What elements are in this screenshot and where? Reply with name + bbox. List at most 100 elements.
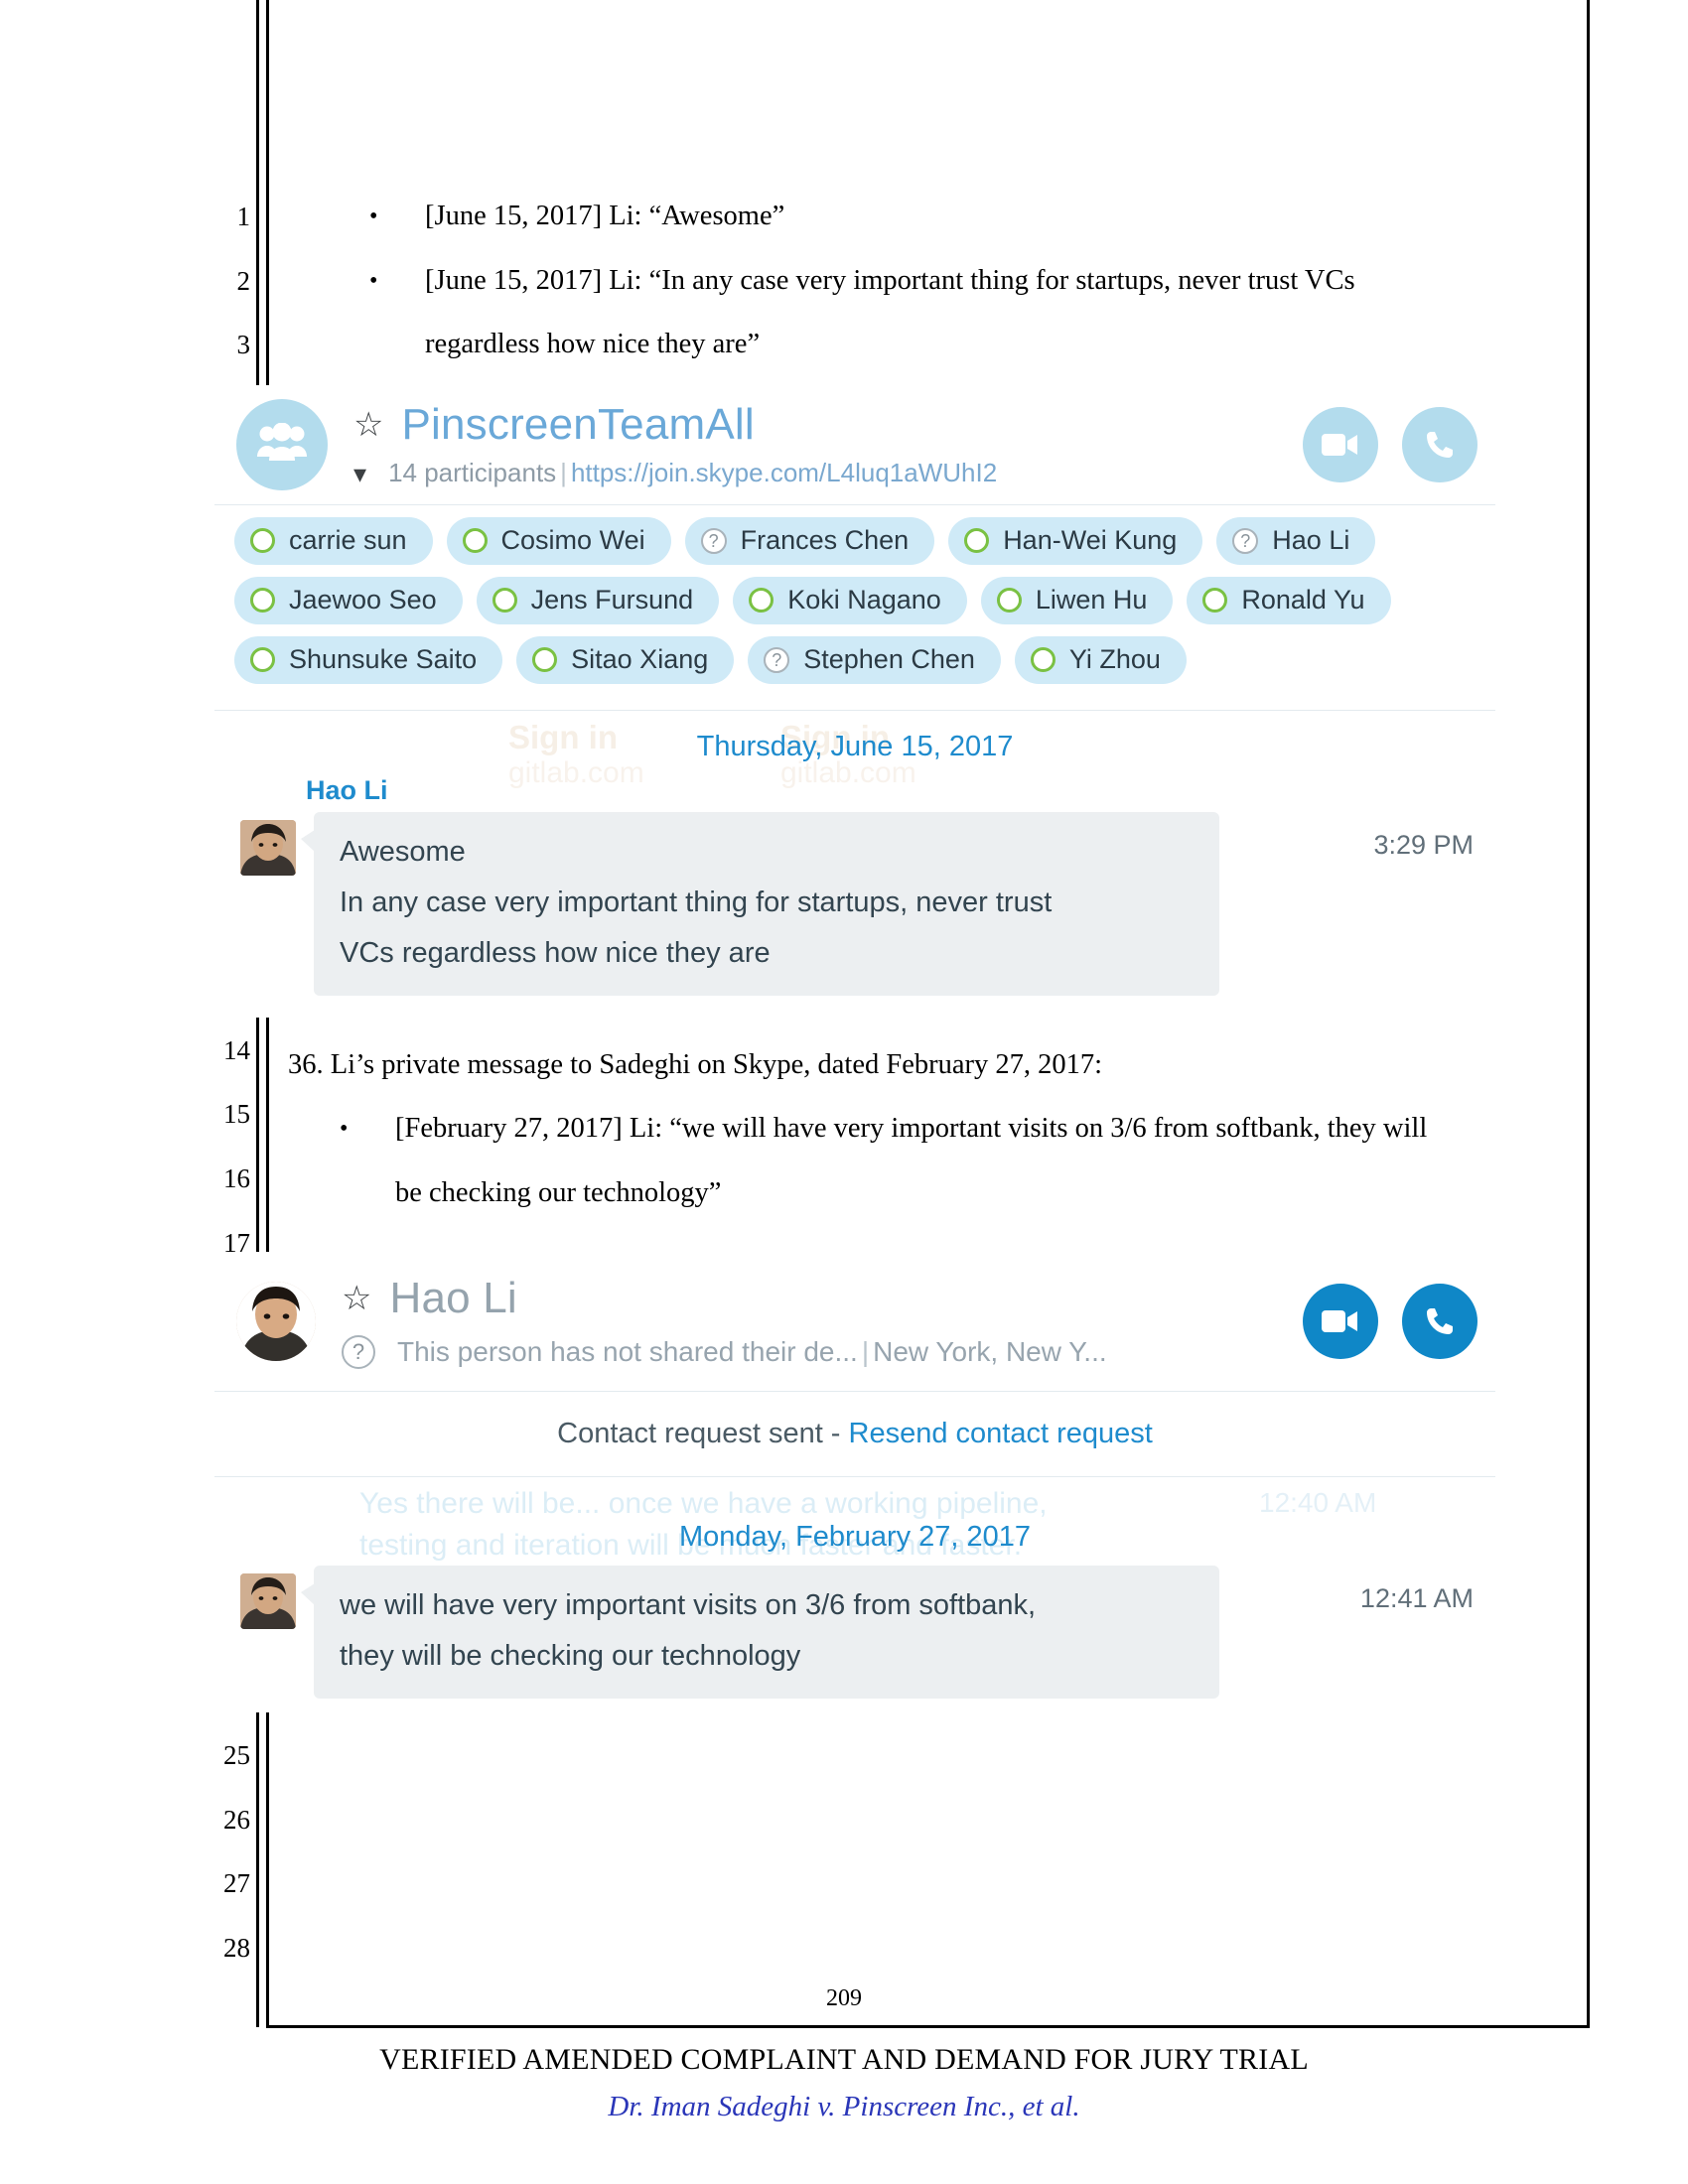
status-online-icon — [462, 528, 488, 554]
line-number: 15 — [223, 1099, 250, 1130]
participant-chip[interactable]: ? Stephen Chen — [748, 635, 1001, 684]
chat-message: we will have very important visits on 3/… — [214, 1565, 1495, 1699]
participant-chip-row: carrie sun Cosimo Wei ? Frances Chen Han… — [234, 516, 1476, 565]
contact-request-banner: Contact request sent - Resend contact re… — [214, 1392, 1495, 1476]
message-line: VCs regardless how nice they are — [340, 936, 771, 969]
voice-call-button[interactable] — [1402, 1283, 1477, 1359]
bullet-text: [June 15, 2017] Li: “In any case very im… — [425, 264, 1355, 296]
participant-name: Jaewoo Seo — [289, 585, 437, 615]
join-link[interactable]: https://join.skype.com/L4luq1aWUhI2 — [571, 458, 997, 487]
favorite-star-icon[interactable]: ☆ — [342, 1282, 371, 1315]
private-chat-header: ☆ Hao Li ? This person has not shared th… — [214, 1252, 1495, 1391]
chat-message: Awesome In any case very important thing… — [214, 811, 1495, 996]
participant-chip[interactable]: Ronald Yu — [1187, 576, 1391, 624]
status-unknown-icon: ? — [764, 646, 790, 673]
group-header-actions — [1283, 406, 1477, 482]
bullet-glyph-icon: • — [369, 267, 378, 294]
group-avatar-icon — [236, 398, 328, 490]
group-chat-title: PinscreenTeamAll — [401, 400, 755, 450]
line-number: 16 — [223, 1162, 250, 1193]
voice-call-button[interactable] — [1402, 406, 1477, 482]
footer-case-caption: Dr. Iman Sadeghi v. Pinscreen Inc., et a… — [608, 2091, 1080, 2122]
status-online-icon — [250, 528, 275, 554]
bullet-item: • [February 27, 2017] Li: “we will have … — [288, 1097, 1569, 1161]
participant-chip[interactable]: Jens Fursund — [476, 576, 720, 624]
message-sender-name: Hao Li — [306, 774, 388, 805]
line-number: 2 — [236, 265, 251, 296]
status-online-icon — [532, 647, 558, 673]
footer-divider — [266, 2025, 1590, 2028]
bullet-continuation: be checking our technology” — [288, 1161, 1569, 1226]
sender-avatar — [240, 1572, 296, 1629]
participant-chip[interactable]: ? Frances Chen — [684, 516, 935, 565]
participant-chip[interactable]: Koki Nagano — [733, 576, 967, 624]
participant-name: Jens Fursund — [530, 585, 694, 615]
video-call-button[interactable] — [1303, 1283, 1378, 1359]
bullet-text: be checking our technology” — [395, 1176, 722, 1208]
group-header-text: ☆ PinscreenTeamAll ▾ 14 participants | htt… — [328, 400, 1283, 488]
status-online-icon — [250, 647, 275, 673]
participant-chip[interactable]: Han-Wei Kung — [948, 516, 1203, 565]
paragraph-36: 36. Li’s private message to Sadeghi on S… — [288, 1048, 1103, 1080]
participant-chip[interactable]: ? Hao Li — [1216, 516, 1376, 565]
participant-name: Hao Li — [1272, 525, 1350, 556]
bullet-item: • [June 15, 2017] Li: “In any case very … — [288, 249, 1569, 314]
participant-name: carrie sun — [289, 525, 407, 556]
participant-chip[interactable]: Shunsuke Saito — [234, 635, 503, 684]
participant-name: Frances Chen — [740, 525, 910, 556]
contact-avatar — [236, 1281, 316, 1361]
contact-name-title: Hao Li — [389, 1273, 517, 1322]
bullet-glyph-icon: • — [369, 204, 378, 229]
document-body: • [June 15, 2017] Li: “Awesome” • [June … — [214, 185, 1569, 1712]
favorite-star-icon[interactable]: ☆ — [353, 408, 383, 442]
line-number: 27 — [223, 1868, 250, 1899]
pleading-rule-right — [1587, 0, 1590, 2027]
message-line: In any case very important thing for sta… — [340, 886, 1053, 918]
chevron-down-icon[interactable]: ▾ — [353, 461, 366, 486]
participant-chip[interactable]: Cosimo Wei — [446, 516, 671, 565]
pleading-page: 1 2 3 4 5 6 7 8 9 10 11 12 13 14 15 16 1… — [0, 0, 1688, 2184]
participant-chip[interactable]: Jaewoo Seo — [234, 576, 463, 624]
bullet-item: • [June 15, 2017] Li: “Awesome” — [288, 185, 1569, 249]
status-online-icon — [964, 528, 990, 554]
contact-title-row: ☆ Hao Li — [342, 1274, 1283, 1323]
status-unknown-icon: ? — [1232, 527, 1259, 554]
status-unknown-icon: ? — [700, 527, 727, 554]
line-number: 3 — [236, 330, 251, 360]
participant-name: Koki Nagano — [787, 585, 941, 615]
private-header-actions — [1283, 1283, 1477, 1359]
video-call-button[interactable] — [1303, 406, 1378, 482]
participant-name: Sitao Xiang — [571, 644, 709, 675]
message-line: they will be checking our technology — [340, 1639, 801, 1672]
participant-name: Cosimo Wei — [500, 525, 645, 556]
status-online-icon — [250, 588, 275, 614]
line-number: 14 — [223, 1034, 250, 1065]
resend-contact-request-link[interactable]: Resend contact request — [849, 1418, 1153, 1449]
message-bubble-wrapper: Awesome In any case very important thing… — [296, 811, 1355, 996]
participant-chip[interactable]: Yi Zhou — [1014, 635, 1187, 684]
participant-chip[interactable]: Sitao Xiang — [516, 635, 735, 684]
status-online-icon — [1030, 647, 1055, 673]
subtitle-separator: | — [861, 1335, 870, 1367]
group-subtitle: 14 participants | https://join.skype.com/L… — [388, 458, 997, 488]
participant-name: Han-Wei Kung — [1003, 525, 1178, 556]
group-subtitle-row: ▾ 14 participants | https://join.skype.com… — [353, 458, 1283, 488]
participant-chip[interactable]: Liwen Hu — [980, 576, 1174, 624]
date-separator: Thursday, June 15, 2017 — [696, 730, 1014, 762]
page-number: 209 — [826, 1985, 862, 2011]
status-online-icon — [749, 588, 774, 614]
date-separator: Monday, February 27, 2017 — [678, 1520, 1032, 1553]
participant-chip[interactable]: carrie sun — [234, 516, 433, 565]
participant-name: Yi Zhou — [1068, 644, 1161, 675]
message-line: Awesome — [340, 835, 466, 868]
sender-avatar — [240, 819, 296, 876]
mood-message: This person has not shared their de... — [397, 1335, 858, 1367]
participant-name: Ronald Yu — [1241, 585, 1365, 615]
bullet-continuation: regardless how nice they are” — [288, 313, 1569, 377]
contact-request-label: Contact request sent - — [557, 1417, 849, 1449]
line-number: 1 — [236, 202, 251, 231]
status-online-icon — [1202, 588, 1228, 614]
skype-group-chat-screenshot: ☆ PinscreenTeamAll ▾ 14 participants | htt… — [214, 384, 1495, 1018]
status-online-icon — [492, 588, 517, 614]
participants-chip-list: carrie sun Cosimo Wei ? Frances Chen Han… — [214, 505, 1495, 710]
